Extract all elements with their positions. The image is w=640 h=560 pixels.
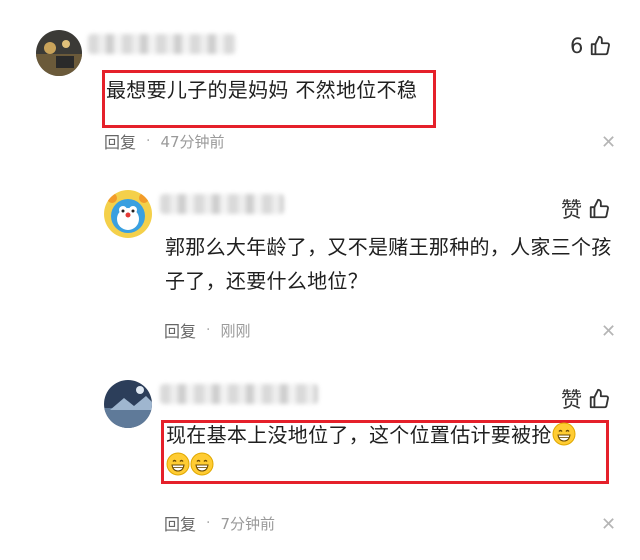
- username-blurred[interactable]: [160, 384, 318, 404]
- username-blurred[interactable]: [160, 194, 284, 214]
- grinning-face-emoji: [190, 452, 214, 476]
- like-label: 赞: [561, 198, 582, 222]
- comment-time: 7分钟前: [220, 514, 276, 533]
- reply-button[interactable]: 回复: [164, 318, 196, 342]
- reply-button[interactable]: 回复: [164, 511, 196, 535]
- comment-time: 47分钟前: [160, 132, 225, 151]
- close-icon[interactable]: ✕: [601, 132, 616, 153]
- like-label: 赞: [561, 388, 582, 412]
- thumbs-up-icon: [589, 388, 609, 409]
- comment-text: 最想要儿子的是妈妈 不然地位不稳: [106, 78, 418, 102]
- meta-separator: ·: [206, 515, 211, 531]
- like-button[interactable]: 赞: [561, 194, 610, 224]
- like-count: 6: [570, 34, 584, 58]
- comment-meta: 回复 · 刚刚: [164, 318, 250, 342]
- comment-body: 现在基本上没地位了，这个位置估计要被抢: [166, 423, 552, 447]
- reply-button[interactable]: 回复: [104, 129, 136, 153]
- avatar[interactable]: [104, 380, 152, 428]
- close-icon[interactable]: ✕: [601, 514, 616, 535]
- username-blurred[interactable]: [88, 34, 236, 54]
- close-icon[interactable]: ✕: [601, 321, 616, 342]
- comment-text: 郭那么大年龄了，又不是赌王那种的，人家三个孩子了，还要什么地位？: [165, 235, 612, 293]
- grinning-face-emoji: [166, 452, 190, 476]
- grinning-face-emoji: [552, 422, 576, 446]
- meta-separator: ·: [206, 322, 211, 338]
- avatar[interactable]: [104, 190, 152, 238]
- comment-meta: 回复 · 47分钟前: [104, 129, 225, 153]
- like-button[interactable]: 赞: [561, 384, 610, 414]
- like-button[interactable]: 6: [570, 34, 611, 58]
- comment-text: 现在基本上没地位了，这个位置估计要被抢: [166, 420, 606, 480]
- thumbs-up-icon: [589, 198, 609, 219]
- comment-meta: 回复 · 7分钟前: [164, 511, 275, 535]
- thumbs-up-icon: [591, 35, 611, 56]
- avatar[interactable]: [36, 30, 82, 76]
- comment-time: 刚刚: [220, 321, 251, 340]
- meta-separator: ·: [146, 133, 151, 149]
